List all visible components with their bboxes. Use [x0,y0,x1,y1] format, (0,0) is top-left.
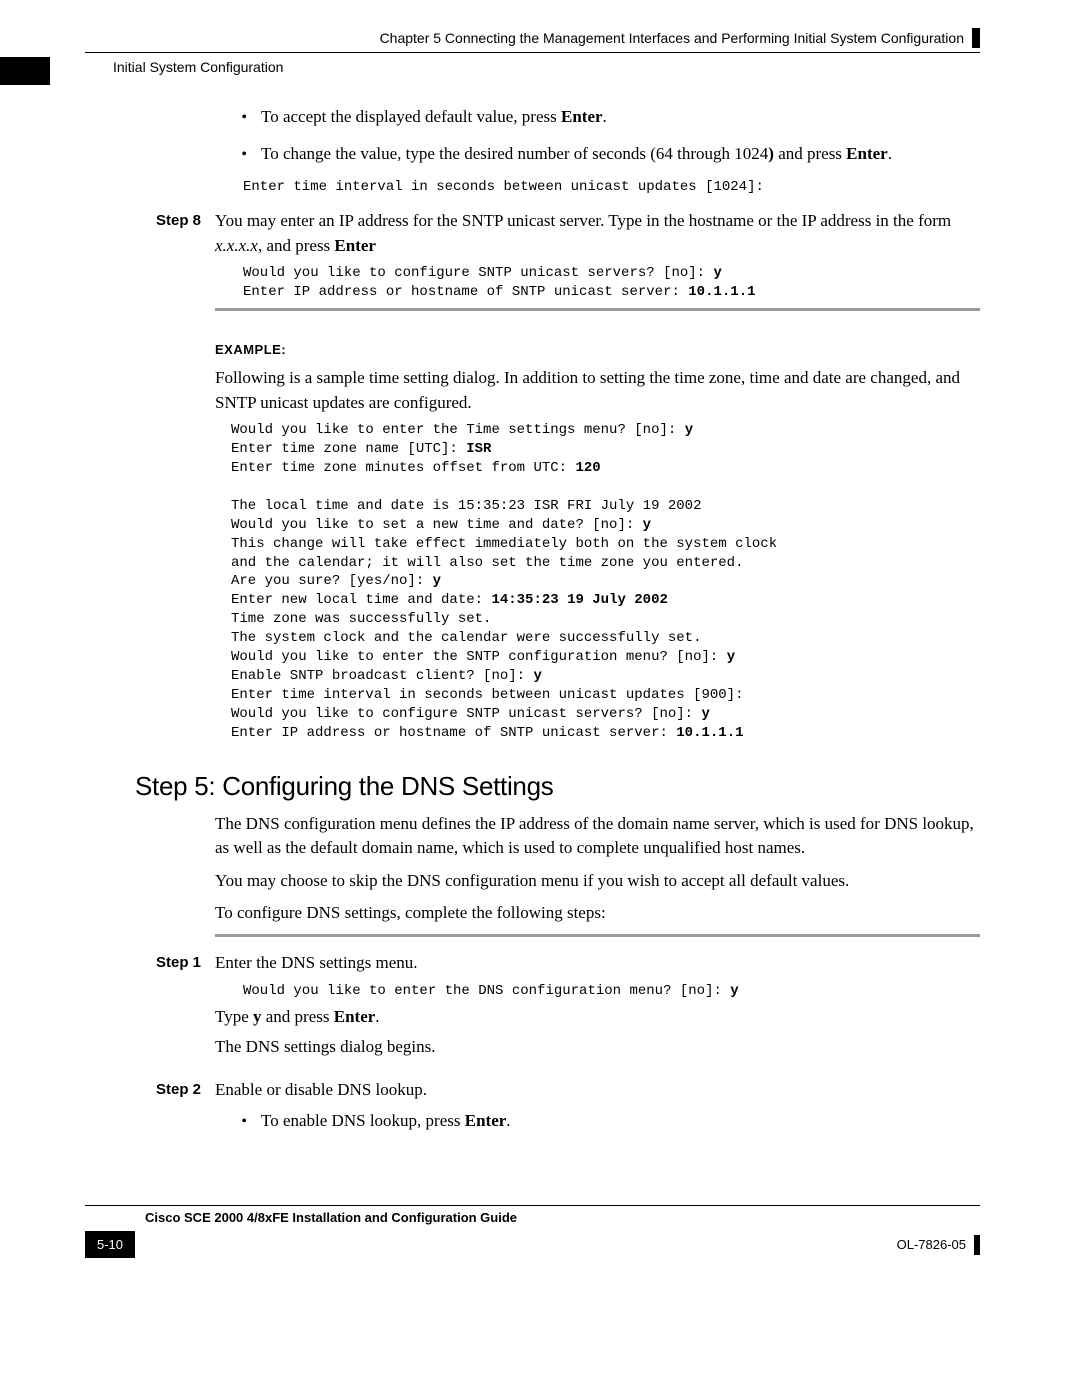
body-text: Type [215,1007,253,1026]
code-text: Are you sure? [yes/no]: [231,573,433,589]
code-text: Would you like to configure SNTP unicast… [231,706,701,722]
body-text-bold: Enter [334,1007,376,1026]
page-number: 5-10 [85,1231,135,1258]
body-text: and press [774,144,846,163]
code-text-bold: y [727,649,735,665]
code-text-bold: y [433,573,441,589]
body-text: Enter the DNS settings menu. [215,951,980,976]
section-rule [215,308,980,311]
code-text: The local time and date is 15:35:23 ISR … [231,498,701,514]
header-rule [85,52,980,53]
body-text: and press [262,1007,334,1026]
code-text: Would you like to enter the SNTP configu… [231,649,727,665]
body-text: To change the value, type the desired nu… [261,144,768,163]
code-text-bold: y [643,517,651,533]
dns-para-3: To configure DNS settings, complete the … [215,901,980,926]
body-text-italic: x.x.x.x [215,236,258,255]
example-label: EXAMPLE: [215,341,980,360]
body-text-bold: Enter [334,236,376,255]
code-text-bold: y [685,422,693,438]
code-text-bold: y [533,668,541,684]
example-intro: Following is a sample time setting dialo… [215,366,980,415]
footer-row: 5-10 OL-7826-05 [85,1231,980,1258]
code-text: This change will take effect immediately… [231,536,777,552]
code-text: Enter new local time and date: [231,592,491,608]
code-text-bold: y [701,706,709,722]
step-label: Step 2 [85,1078,215,1145]
intro-bullet-list: To accept the displayed default value, p… [255,105,980,166]
header-chapter-text: Chapter 5 Connecting the Management Inte… [380,30,964,46]
code-text: Enter IP address or hostname of SNTP uni… [231,725,676,741]
list-item: To accept the displayed default value, p… [255,105,980,130]
body-text-bold: Enter [465,1111,507,1130]
code-block: Would you like to enter the DNS configur… [243,982,980,1001]
header-chapter-line: Chapter 5 Connecting the Management Inte… [85,28,980,48]
body-text: , and press [258,236,334,255]
body-text: The DNS settings dialog begins. [215,1035,980,1060]
side-tab [0,57,50,85]
doc-number: OL-7826-05 [897,1237,966,1252]
footer-book-title: Cisco SCE 2000 4/8xFE Installation and C… [145,1210,980,1225]
code-text-bold: 10.1.1.1 [676,725,743,741]
dns-section-heading: Step 5: Configuring the DNS Settings [135,771,980,802]
body-text: . [506,1111,510,1130]
list-item: To change the value, type the desired nu… [255,142,980,167]
body-text: . [603,107,607,126]
header-bar-icon [972,28,980,48]
code-text-bold: 14:35:23 19 July 2002 [491,592,667,608]
code-text: Enter time zone name [UTC]: [231,441,466,457]
body-text: . [888,144,892,163]
code-text-bold: 120 [575,460,600,476]
body-text: To accept the displayed default value, p… [261,107,561,126]
body-text: Type y and press Enter. [215,1005,980,1030]
code-text: Would you like to enter the Time setting… [231,422,685,438]
body-text: Enable or disable DNS lookup. [215,1078,980,1103]
code-text: Enter IP address or hostname of SNTP uni… [243,284,688,300]
code-block: Would you like to configure SNTP unicast… [243,264,980,302]
example-code-block: Would you like to enter the Time setting… [231,421,980,742]
body-text: To enable DNS lookup, press [261,1111,465,1130]
step-2-row: Step 2 Enable or disable DNS lookup. To … [85,1078,980,1145]
body-text-bold: Enter [846,144,888,163]
code-text: Enter time zone minutes offset from UTC: [231,460,575,476]
code-text-bold: y [713,265,721,281]
dns-para-1: The DNS configuration menu defines the I… [215,812,980,861]
dns-para-2: You may choose to skip the DNS configura… [215,869,980,894]
section-rule [215,934,980,937]
footer-bar-icon [974,1235,980,1255]
code-text: The system clock and the calendar were s… [231,630,701,646]
code-text: Would you like to set a new time and dat… [231,517,643,533]
code-text: Enable SNTP broadcast client? [no]: [231,668,533,684]
step-1-row: Step 1 Enter the DNS settings menu. Woul… [85,951,980,1066]
code-text: Would you like to enter the DNS configur… [243,983,730,999]
body-text: . [375,1007,379,1026]
code-text: Enter time interval in seconds between u… [231,687,743,703]
step2-bullet-list: To enable DNS lookup, press Enter. [255,1109,980,1134]
code-text: Time zone was successfully set. [231,611,491,627]
body-text: You may enter an IP address for the SNTP… [215,211,951,230]
body-text-bold: Enter [561,107,603,126]
code-text-bold: ISR [466,441,491,457]
code-text-bold: y [730,983,738,999]
code-text-bold: 10.1.1.1 [688,284,755,300]
step-label: Step 1 [85,951,215,1066]
code-block: Enter time interval in seconds between u… [243,178,980,197]
body-text-bold: y [253,1007,262,1026]
code-text: and the calendar; it will also set the t… [231,555,743,571]
body-text: You may enter an IP address for the SNTP… [215,209,980,258]
step-8-row: Step 8 You may enter an IP address for t… [85,209,980,746]
footer-rule [85,1205,980,1206]
list-item: To enable DNS lookup, press Enter. [255,1109,980,1134]
code-text: Would you like to configure SNTP unicast… [243,265,713,281]
step-label: Step 8 [85,209,215,746]
running-head: Initial System Configuration [113,59,980,75]
